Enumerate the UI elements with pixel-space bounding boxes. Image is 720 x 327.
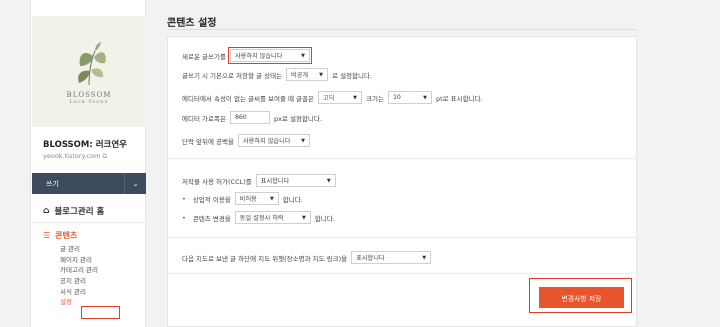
paragraph-spacing-select[interactable]: 사용하지 않습니다 ▼ [237,134,310,147]
write-button[interactable]: 쓰기 ⌄ [32,173,146,194]
ccl-select-value: 표시합니다 [260,178,290,185]
map-widget-select[interactable]: 표시합니다 ▼ [351,251,432,264]
save-state-suffix: 로 설정합니다. [332,71,373,80]
map-widget-row: 다음 지도로 보낸 글 하단에 지도 위젯(장소명과 지도 링크)을 표시합니다… [182,251,432,264]
editor-width-row: 에디터 가로폭은 860 px로 설정합니다. [182,111,322,124]
ccl-select[interactable]: 표시합니다 ▼ [255,174,336,187]
caret-down-icon: ▼ [301,137,305,144]
bullet-icon: • [182,213,186,222]
submenu-item-categories[interactable]: 카테고리 관리 [60,265,98,276]
settings-panel: 새로운 글쓰기를 사용하지 않습니다 ▼ 글쓰기 시 기본으로 저장할 글 상태는… [167,36,637,327]
caret-down-icon: ▼ [326,177,331,184]
home-icon: ⌂ [43,206,50,216]
caret-down-icon: ▼ [301,52,305,59]
document-icon: ☰ [43,231,51,240]
commercial-use-label: 상업적 이용을 [192,195,231,204]
section-divider [168,273,636,274]
font-family-select-value: 고딕 [323,95,335,102]
commercial-use-row: • 상업적 이용을 비허용 ▼ 합니다. [182,192,303,205]
logo-text: BLOSSOM [66,90,112,99]
save-state-row: 글쓰기 시 기본으로 저장할 글 상태는 비공개 ▼ 로 설정합니다. [182,68,372,81]
new-post-select-value: 사용하지 않습니다 [234,53,283,60]
submenu-item-posts[interactable]: 글 관리 [60,244,98,255]
write-label: 쓰기 [46,179,59,188]
new-post-select[interactable]: 사용하지 않습니다 ▼ [227,47,312,64]
paragraph-spacing-row: 단락 앞뒤에 공백을 사용하지 않습니다 ▼ [182,134,310,147]
modify-select-value: 동일 설정시 허락 [239,215,284,222]
font-row: 에디터에서 속성이 없는 글씨를 보여줄 때 글꼴은 고딕 ▼ 크기는 10 ▼ p… [182,91,483,104]
caret-down-icon: ▼ [301,214,306,221]
caret-down-icon: ▼ [319,71,324,78]
caret-down-icon: ▼ [353,94,357,101]
save-state-select-value: 비공개 [291,72,309,79]
font-size-suffix: pt로 표시합니다. [435,94,483,103]
font-size-label: 크기는 [366,94,384,103]
map-widget-label: 다음 지도로 보낸 글 하단에 지도 위젯(장소명과 지도 링크)을 [182,254,348,263]
font-family-select[interactable]: 고딕 ▼ [318,91,362,104]
editor-width-label: 에디터 가로폭은 [182,114,226,123]
editor-width-suffix: px로 설정합니다. [273,114,322,123]
page-title: 콘텐츠 설정 [167,18,217,29]
ccl-label: 저작물 사용 허가(CCL)를 [182,177,252,186]
blog-logo[interactable]: BLOSSOM Luck·Yeonu [32,16,146,127]
settings-highlight-box [81,306,120,319]
section-divider [168,237,636,238]
caret-down-icon: ▼ [269,195,274,202]
save-state-select[interactable]: 비공개 ▼ [286,68,329,81]
sidebar-item-home[interactable]: ⌂ 블로그관리 홈 [43,205,104,217]
font-label: 에디터에서 속성이 없는 글씨를 보여줄 때 글꼴은 [182,94,314,103]
modify-label: 콘텐츠 변경을 [192,214,231,223]
modify-suffix: 합니다. [314,214,335,223]
external-link-icon: ⧉ [102,152,108,160]
paragraph-spacing-select-value: 사용하지 않습니다 [242,138,291,145]
caret-down-icon: ▼ [422,254,427,261]
caret-down-icon: ▼ [423,94,427,101]
modify-select[interactable]: 동일 설정시 허락 ▼ [234,211,311,224]
submenu-item-notices[interactable]: 공지 관리 [60,276,98,287]
title-divider [167,29,637,30]
sidebar-item-content[interactable]: ☰ 콘텐츠 [43,230,77,241]
submenu-item-pages[interactable]: 페이지 관리 [60,255,98,266]
content-submenu: 글 관리 페이지 관리 카테고리 관리 공지 관리 서식 관리 설정 [60,244,98,308]
sidebar: BLOSSOM Luck·Yeonu BLOSSOM: 러크연우 yeook.t… [30,0,146,327]
sidebar-item-home-label: 블로그관리 홈 [54,207,105,217]
blog-title[interactable]: BLOSSOM: 러크연우 [43,138,127,150]
new-post-label: 새로운 글쓰기를 [182,52,226,61]
ccl-row: 저작물 사용 허가(CCL)를 표시합니다 ▼ [182,174,336,187]
section-divider [168,158,636,159]
new-post-row: 새로운 글쓰기를 사용하지 않습니다 ▼ [182,47,312,64]
save-state-label: 글쓰기 시 기본으로 저장할 글 상태는 [182,71,283,80]
sidebar-item-content-label: 콘텐츠 [55,231,78,240]
paragraph-spacing-label: 단락 앞뒤에 공백을 [182,137,234,146]
commercial-use-select-value: 비허용 [239,196,257,203]
bullet-icon: • [182,194,186,203]
logo-subtext: Luck·Yeonu [69,98,109,105]
map-widget-select-value: 표시합니다 [356,255,385,262]
sidebar-divider [32,222,146,223]
submenu-item-templates[interactable]: 서식 관리 [60,287,98,298]
blog-url-text[interactable]: yeook.tistory.com [43,152,100,160]
commercial-use-select[interactable]: 비허용 ▼ [234,192,279,205]
save-button[interactable]: 변경사항 저장 [539,287,624,308]
font-size-select[interactable]: 10 ▼ [387,91,432,104]
blog-url[interactable]: yeook.tistory.com ⧉ [43,152,107,161]
editor-width-input[interactable]: 860 [229,111,270,124]
commercial-use-suffix: 합니다. [282,195,303,204]
leaf-logo-icon [78,41,106,85]
chevron-down-icon[interactable]: ⌄ [124,173,146,194]
modify-row: • 콘텐츠 변경을 동일 설정시 허락 ▼ 합니다. [182,211,335,224]
font-size-select-value: 10 [392,94,401,101]
